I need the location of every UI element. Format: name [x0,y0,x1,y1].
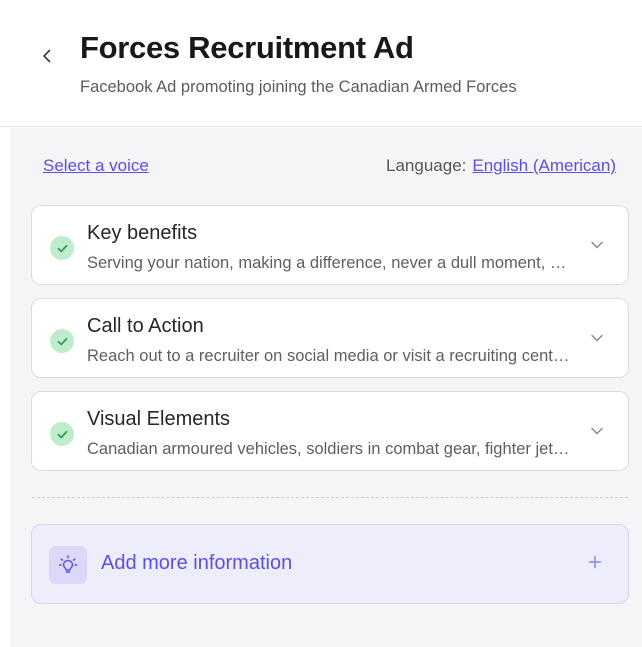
section-description: Canadian armoured vehicles, soldiers in … [87,440,572,458]
lightbulb-icon [49,546,87,584]
section-card-call-to-action[interactable]: Call to Action Reach out to a recruiter … [31,298,629,378]
page-subtitle: Facebook Ad promoting joining the Canadi… [80,78,517,96]
section-description: Serving your nation, making a difference… [87,254,572,272]
check-icon [50,236,74,260]
dashed-divider [32,497,628,498]
page-header: Forces Recruitment Ad Facebook Ad promot… [0,0,642,127]
check-icon [50,422,74,446]
section-card-visual-elements[interactable]: Visual Elements Canadian armoured vehicl… [31,391,629,471]
page-title: Forces Recruitment Ad [80,30,414,65]
chevron-left-icon [43,49,51,63]
check-icon [50,329,74,353]
language-label: Language: [386,156,467,175]
chevron-down-icon[interactable] [590,240,604,250]
add-more-information-button[interactable]: Add more information [31,524,629,604]
section-title: Key benefits [87,222,198,244]
section-card-key-benefits[interactable]: Key benefits Serving your nation, making… [31,205,629,285]
section-title: Visual Elements [87,408,231,430]
chevron-down-icon[interactable] [590,333,604,343]
language-link[interactable]: English (American) [472,156,616,176]
add-more-label: Add more information [101,552,293,574]
content-panel: Select a voice Language: English (Americ… [10,128,642,647]
select-voice-link[interactable]: Select a voice [43,156,149,176]
section-title: Call to Action [87,315,204,337]
chevron-down-icon[interactable] [590,426,604,436]
back-button[interactable] [36,42,58,70]
language-selector: Language: English (American) [386,156,616,176]
plus-icon[interactable] [588,555,602,569]
section-description: Reach out to a recruiter on social media… [87,347,572,365]
